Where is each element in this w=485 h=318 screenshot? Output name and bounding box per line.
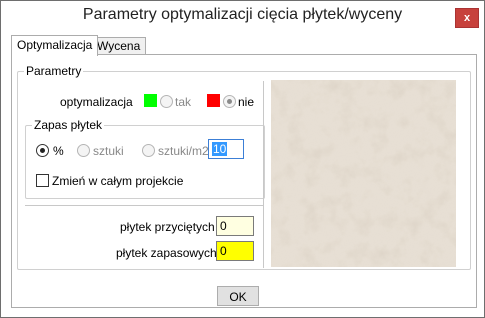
zapas-value-text: 10	[212, 142, 228, 156]
plytek-zapasowych-field: 0	[216, 241, 254, 261]
close-button[interactable]: x	[455, 8, 479, 28]
tak-color-swatch	[144, 94, 157, 107]
nie-color-swatch	[207, 94, 220, 107]
percent-radio-dot	[40, 148, 45, 153]
optymalizacja-nie-label: nie	[238, 95, 255, 109]
nie-radio-dot	[227, 99, 232, 104]
zapas-sztuki-radio[interactable]	[77, 144, 90, 157]
tab-wycena[interactable]: Wycena	[91, 37, 147, 55]
vertical-divider	[263, 81, 264, 268]
texture-layer-fine	[271, 80, 456, 267]
optymalizacja-tak-radio[interactable]	[160, 95, 173, 108]
tab-optymalizacja[interactable]: Optymalizacja	[11, 35, 99, 56]
zapas-percent-radio[interactable]	[36, 144, 49, 157]
optymalizacja-nie-radio[interactable]	[223, 95, 236, 108]
parametry-legend: Parametry	[24, 64, 84, 78]
zmien-w-calym-projekcie-label: Zmień w całym projekcie	[52, 174, 184, 188]
optymalizacja-label: optymalizacja	[60, 95, 133, 109]
tile-texture-preview	[271, 80, 456, 267]
ok-button[interactable]: OK	[217, 286, 259, 306]
zapas-value-input[interactable]: 10	[208, 139, 244, 159]
zapas-percent-label: %	[53, 144, 64, 158]
window-title: Parametry optymalizacji cięcia płytek/wy…	[82, 6, 403, 23]
plytek-przycietych-label: płytek przyciętych	[120, 220, 215, 234]
dialog-window: Parametry optymalizacji cięcia płytek/wy…	[0, 0, 485, 318]
horizontal-divider	[25, 205, 263, 206]
zapas-sztuki-m2-radio[interactable]	[142, 144, 155, 157]
title-bar[interactable]: Parametry optymalizacji cięcia płytek/wy…	[1, 1, 484, 32]
zapas-plytek-legend: Zapas płytek	[32, 118, 105, 132]
zmien-w-calym-projekcie-checkbox[interactable]	[36, 174, 49, 187]
plytek-zapasowych-label: płytek zapasowych	[116, 246, 217, 260]
plytek-przycietych-field: 0	[216, 216, 254, 236]
zapas-sztuki-m2-label: sztuki/m2	[158, 144, 209, 158]
optymalizacja-tak-label: tak	[175, 95, 192, 109]
marble-texture-image	[271, 80, 456, 267]
zapas-sztuki-label: sztuki	[93, 144, 124, 158]
